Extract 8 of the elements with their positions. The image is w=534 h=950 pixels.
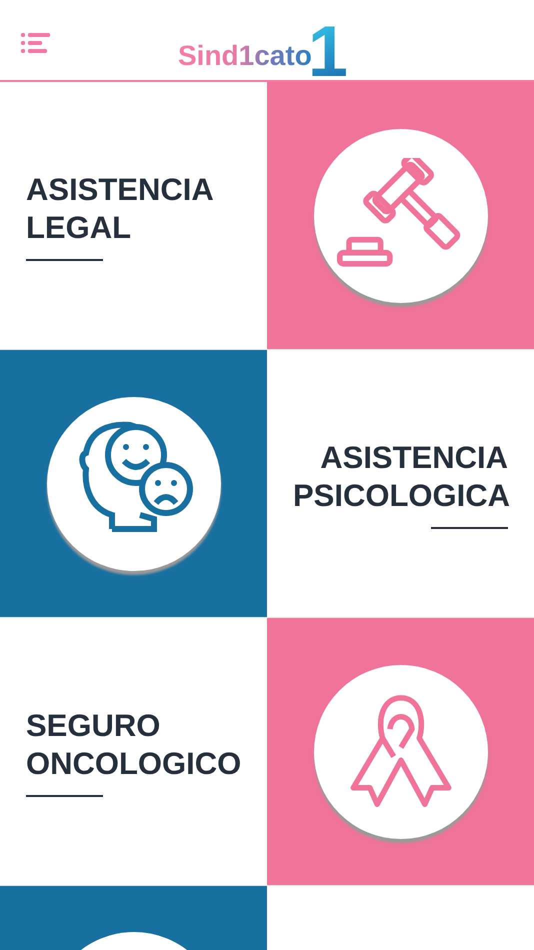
- tile-background[interactable]: [267, 618, 534, 885]
- section-title[interactable]: ASISTENCIA LEGAL: [26, 170, 241, 246]
- tile-background[interactable]: [267, 82, 534, 349]
- tile-background[interactable]: [0, 886, 267, 950]
- section-title[interactable]: SEGURO ONCOLOGICO: [26, 706, 241, 782]
- tile-background[interactable]: [0, 350, 267, 617]
- menu-icon[interactable]: [21, 32, 51, 54]
- section-title[interactable]: ASISTENCIA PSICOLOGICA: [293, 438, 508, 514]
